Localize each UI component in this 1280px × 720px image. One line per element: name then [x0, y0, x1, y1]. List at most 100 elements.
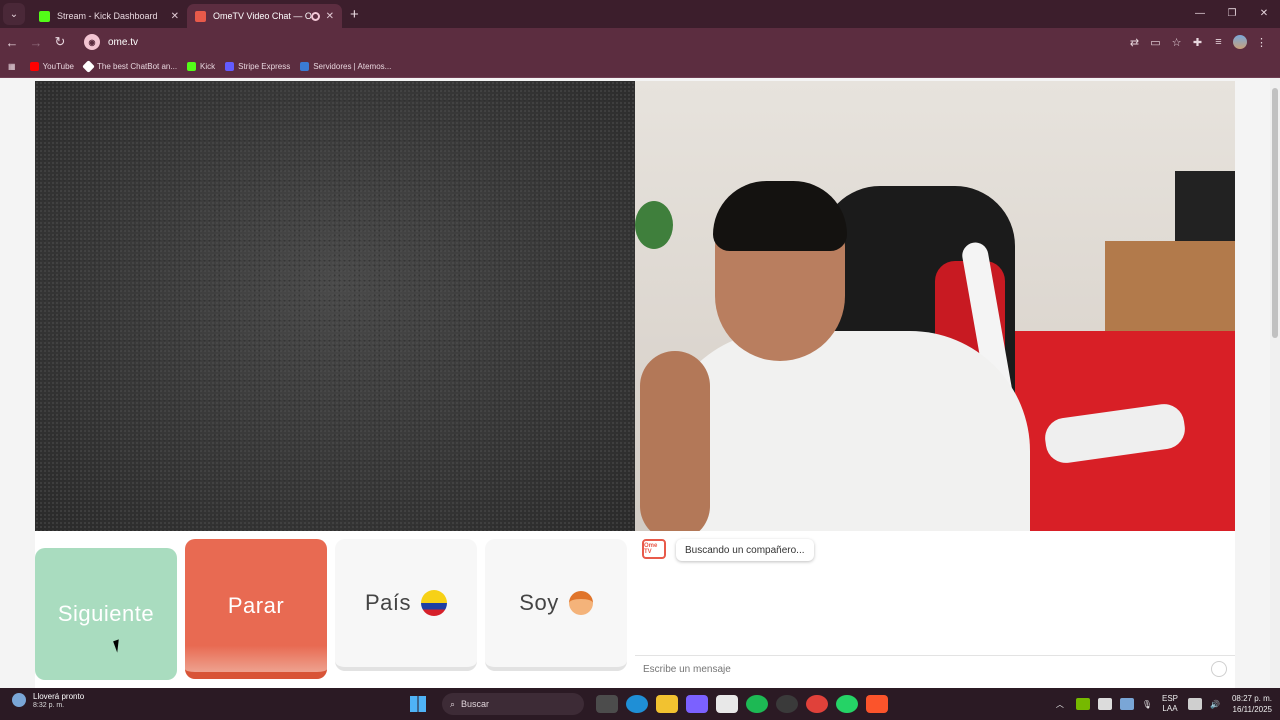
server-icon: [300, 62, 310, 71]
message-input[interactable]: [643, 664, 1183, 675]
language-indicator[interactable]: ESP LAA: [1162, 694, 1178, 714]
store-icon[interactable]: [716, 695, 738, 713]
forward-icon[interactable]: →: [24, 35, 48, 50]
system-clock[interactable]: 08:27 p. m. 16/11/2025: [1232, 693, 1272, 715]
page-scrollbar[interactable]: [1270, 78, 1280, 688]
bookmark-label: Kick: [200, 62, 216, 71]
clock-time: 08:27 p. m.: [1231, 694, 1272, 703]
extensions-icon[interactable]: ✚: [1187, 36, 1208, 49]
bookmark-label: The best ChatBot an...: [97, 62, 178, 71]
bookmark-youtube[interactable]: YouTube: [29, 62, 74, 71]
nvidia-icon[interactable]: [1075, 698, 1090, 710]
file-explorer-icon[interactable]: [656, 695, 678, 713]
ometv-favicon-icon: [195, 10, 206, 22]
brave-icon[interactable]: [866, 695, 888, 713]
stop-button-label: Parar: [227, 592, 285, 618]
language-code: ESP: [1161, 694, 1178, 703]
windows-start-icon[interactable]: [410, 696, 426, 712]
gender-button-label: Soy: [519, 590, 559, 615]
cast-icon[interactable]: ▭: [1145, 36, 1166, 49]
next-button[interactable]: Siguiente: [35, 548, 177, 680]
person-shirt: [660, 331, 1030, 531]
stripe-icon: [225, 62, 235, 71]
url-text: ome.tv: [108, 36, 139, 48]
country-button-label: País: [364, 590, 412, 615]
reload-icon[interactable]: ↻: [48, 34, 72, 50]
bookmark-chatbot[interactable]: The best ChatBot an...: [82, 60, 178, 73]
close-tab-icon[interactable]: ✕: [171, 11, 179, 22]
toolbar-icons: ⇄ ▭ ☆ ✚ ≡ ⋮: [1124, 28, 1272, 56]
chrome-icon[interactable]: [806, 695, 828, 713]
youtube-icon: [29, 62, 39, 71]
whatsapp-icon[interactable]: [836, 695, 858, 713]
site-info-icon[interactable]: ◉: [84, 34, 100, 50]
emoji-icon[interactable]: [1211, 661, 1227, 677]
tab-search-icon[interactable]: ⌄: [3, 3, 25, 25]
tab-kick-dashboard[interactable]: Stream - Kick Dashboard ✕: [31, 4, 187, 28]
own-webcam-video: [635, 81, 1235, 531]
ometv-app: Siguiente Parar País Soy Ome TV Buscando…: [35, 81, 1235, 688]
search-icon: ⌕: [450, 698, 456, 709]
bookmark-label: YouTube: [42, 62, 74, 71]
copilot-icon[interactable]: [686, 695, 708, 713]
volume-icon[interactable]: 🔊: [1210, 700, 1220, 709]
close-tab-icon[interactable]: ✕: [326, 11, 334, 22]
edge-icon[interactable]: [626, 695, 648, 713]
window-controls: — ❐ ✕: [1184, 0, 1280, 28]
scrollbar-thumb[interactable]: [1272, 88, 1278, 338]
bookmark-kick[interactable]: Kick: [187, 62, 215, 71]
address-bar[interactable]: ◉ ome.tv: [80, 31, 1092, 53]
close-window-icon[interactable]: ✕: [1248, 0, 1280, 28]
browser-tab-bar: ⌄ Stream - Kick Dashboard ✕ OmeTV Video …: [0, 0, 1280, 28]
menu-icon[interactable]: ⋮: [1251, 36, 1272, 49]
weather-time: 8:32 p. m.: [33, 702, 65, 709]
apps-grid-icon[interactable]: ▦: [8, 62, 16, 71]
media-controls-icon[interactable]: ≡: [1208, 36, 1229, 48]
obs-icon[interactable]: [776, 695, 798, 713]
gender-select-button[interactable]: Soy: [485, 539, 627, 671]
clock-date: 16/11/2025: [1232, 705, 1272, 714]
translate-icon[interactable]: ⇄: [1124, 36, 1145, 49]
country-filter-button[interactable]: País: [335, 539, 477, 671]
status-text: Buscando un compañero...: [685, 544, 805, 556]
tab-ometv[interactable]: OmeTV Video Chat — Ome ✕: [187, 4, 342, 28]
partner-video: [35, 81, 635, 531]
display-icon[interactable]: [1188, 698, 1202, 710]
weather-title: Lloverá pronto: [33, 692, 85, 701]
kick-icon: [187, 62, 197, 71]
profile-avatar[interactable]: [1233, 35, 1247, 49]
back-icon[interactable]: ←: [0, 35, 24, 50]
network-icon[interactable]: [1119, 698, 1134, 710]
message-input-bar: [635, 655, 1235, 683]
next-button-label: Siguiente: [57, 601, 155, 626]
page-content: Siguiente Parar País Soy Ome TV Buscando…: [0, 78, 1280, 688]
task-view-icon[interactable]: [596, 695, 618, 713]
restore-icon[interactable]: ❐: [1216, 0, 1248, 28]
new-tab-button[interactable]: +: [350, 6, 359, 23]
spotify-icon[interactable]: [746, 695, 768, 713]
recording-icon: [310, 11, 320, 21]
minimize-icon[interactable]: —: [1184, 0, 1216, 28]
bookmark-servidores[interactable]: Servidores | Atemos...: [300, 62, 391, 71]
tab-title: OmeTV Video Chat — Ome: [213, 11, 311, 21]
windows-taskbar: Lloverá pronto 8:32 p. m. ⌕ Buscar ︿ 🎙 E…: [0, 688, 1280, 720]
bookmark-stripe[interactable]: Stripe Express: [225, 62, 290, 71]
bookmark-star-icon[interactable]: ☆: [1166, 36, 1187, 49]
language-sub: LAA: [1162, 704, 1178, 713]
chat-panel: Ome TV Buscando un compañero...: [635, 531, 1235, 688]
system-tray: ︿ 🎙 ESP LAA 🔊 08:27 p. m. 16/11/2025: [1056, 688, 1272, 720]
static-noise: [35, 81, 635, 531]
stop-button[interactable]: Parar: [185, 539, 327, 679]
microphone-icon[interactable]: 🎙: [1142, 700, 1152, 709]
chatbot-icon: [82, 60, 95, 73]
chevron-up-icon[interactable]: ︿: [1056, 699, 1064, 710]
weather-widget[interactable]: Lloverá pronto 8:32 p. m.: [12, 691, 84, 709]
taskbar-apps: ⌕ Buscar: [410, 688, 892, 720]
taskbar-search[interactable]: ⌕ Buscar: [442, 693, 584, 715]
rain-cloud-icon: [12, 693, 26, 707]
colombia-flag-icon: [421, 590, 448, 616]
boy-emoji-icon: [568, 591, 593, 615]
bookmarks-bar: ▦ YouTube The best ChatBot an... Kick St…: [0, 56, 1280, 78]
kick-favicon-icon: [39, 10, 50, 22]
cloud-icon[interactable]: [1097, 698, 1112, 710]
